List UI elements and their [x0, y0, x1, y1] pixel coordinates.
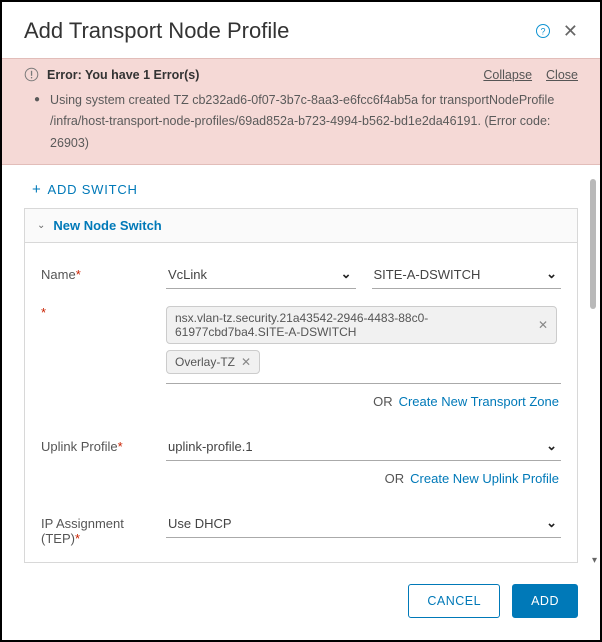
name-dswitch-select[interactable]: SITE-A-DSWITCH ⌄: [372, 261, 562, 289]
dialog-footer: CANCEL ADD: [2, 568, 600, 640]
label-uplink-profile: Uplink Profile*: [41, 433, 156, 454]
switch-panel: ⌄ New Node Switch Name* VcLink ⌄: [24, 208, 578, 563]
tz-chip-label: nsx.vlan-tz.security.21a43542-2946-4483-…: [175, 311, 532, 339]
tz-chip: nsx.vlan-tz.security.21a43542-2946-4483-…: [166, 306, 557, 344]
tz-helper: OR Create New Transport Zone: [166, 384, 561, 423]
add-button[interactable]: ADD: [512, 584, 578, 618]
transport-zone-chips[interactable]: nsx.vlan-tz.security.21a43542-2946-4483-…: [166, 299, 561, 384]
chip-remove-icon[interactable]: ✕: [241, 355, 251, 369]
name-link-select[interactable]: VcLink ⌄: [166, 261, 356, 289]
name-link-value: VcLink: [168, 267, 207, 282]
tz-chip-label: Overlay-TZ: [175, 355, 235, 369]
error-collapse-link[interactable]: Collapse: [483, 68, 532, 82]
switch-panel-title: New Node Switch: [53, 218, 161, 233]
scrollbar[interactable]: [590, 179, 596, 568]
name-dswitch-value: SITE-A-DSWITCH: [374, 267, 481, 282]
switch-panel-body: Name* VcLink ⌄ SITE-A-DSWITCH ⌄: [25, 243, 577, 562]
or-text: OR: [373, 394, 393, 409]
uplink-profile-select[interactable]: uplink-profile.1 ⌄: [166, 433, 561, 461]
switch-panel-header[interactable]: ⌄ New Node Switch: [25, 209, 577, 243]
or-text: OR: [385, 471, 405, 486]
scroll-down-caret-icon[interactable]: ▾: [592, 555, 597, 566]
error-panel: Error: You have 1 Error(s) Collapse Clos…: [2, 58, 600, 165]
scroll-body: + ADD SWITCH ⌄ New Node Switch Name*: [2, 165, 600, 568]
create-transport-zone-link[interactable]: Create New Transport Zone: [399, 394, 559, 409]
scrollbar-thumb[interactable]: [590, 179, 596, 309]
bullet-icon: ●: [34, 90, 40, 154]
chevron-down-icon: ⌄: [546, 266, 557, 282]
add-switch-label: ADD SWITCH: [48, 182, 138, 197]
uplink-helper: OR Create New Uplink Profile: [166, 461, 561, 500]
error-message: Using system created TZ cb232ad6-0f07-3b…: [50, 90, 578, 154]
error-links: Collapse Close: [483, 68, 578, 82]
svg-text:?: ?: [540, 26, 545, 36]
row-ip-assignment: IP Assignment (TEP)* Use DHCP ⌄: [41, 510, 561, 546]
cancel-button[interactable]: CANCEL: [408, 584, 500, 618]
row-name: Name* VcLink ⌄ SITE-A-DSWITCH ⌄: [41, 261, 561, 289]
ip-assignment-select[interactable]: Use DHCP ⌄: [166, 510, 561, 538]
dialog-header: Add Transport Node Profile ? ✕: [2, 2, 600, 58]
tz-chip: Overlay-TZ ✕: [166, 350, 260, 374]
close-icon[interactable]: ✕: [563, 21, 578, 42]
dialog-title: Add Transport Node Profile: [24, 18, 289, 44]
add-transport-node-profile-dialog: Add Transport Node Profile ? ✕: [0, 0, 602, 642]
error-close-link[interactable]: Close: [546, 68, 578, 82]
add-switch-button[interactable]: + ADD SWITCH: [24, 179, 578, 208]
chevron-down-icon: ⌄: [546, 515, 557, 531]
chip-remove-icon[interactable]: ✕: [538, 318, 548, 332]
ip-assignment-value: Use DHCP: [168, 516, 232, 531]
help-icon[interactable]: ?: [535, 23, 551, 39]
error-body: ● Using system created TZ cb232ad6-0f07-…: [24, 82, 578, 154]
chevron-down-icon: ⌄: [546, 438, 557, 454]
error-header: Error: You have 1 Error(s) Collapse Clos…: [24, 67, 578, 82]
row-uplink-profile: Uplink Profile* uplink-profile.1 ⌄ OR Cr…: [41, 433, 561, 500]
label-name: Name*: [41, 261, 156, 282]
error-icon: [24, 67, 39, 82]
create-uplink-profile-link[interactable]: Create New Uplink Profile: [410, 471, 559, 486]
plus-icon: +: [32, 181, 42, 198]
uplink-profile-value: uplink-profile.1: [168, 439, 253, 454]
label-transport-zones: *: [41, 299, 156, 320]
chevron-down-icon: ⌄: [341, 266, 352, 282]
label-ip-assignment: IP Assignment (TEP)*: [41, 510, 156, 546]
header-icons: ? ✕: [535, 21, 578, 42]
row-transport-zones: * nsx.vlan-tz.security.21a43542-2946-448…: [41, 299, 561, 423]
error-title: Error: You have 1 Error(s): [47, 68, 199, 82]
chevron-down-icon: ⌄: [37, 220, 45, 231]
